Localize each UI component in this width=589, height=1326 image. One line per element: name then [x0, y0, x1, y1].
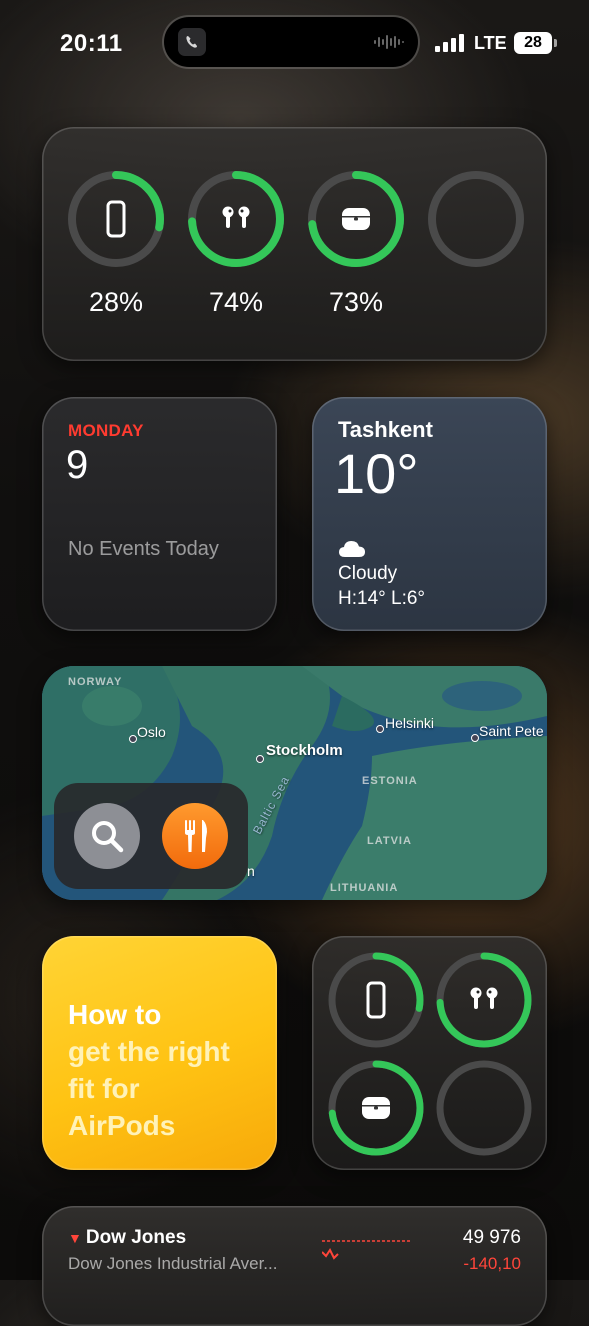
battery-ring-airpods: 74%	[186, 169, 286, 329]
tips-widget[interactable]: How to get the right fit for AirPods	[42, 936, 277, 1170]
map-city-oslo[interactable]: Oslo	[137, 724, 166, 740]
map-restaurants-button[interactable]	[162, 803, 228, 869]
battery-percent: 74%	[208, 287, 264, 317]
weather-city: Tashkent	[338, 417, 433, 442]
map-country-lithuania: LITHUANIA	[330, 882, 399, 894]
network-type: LTE	[474, 33, 507, 53]
stock-price: 49 976	[462, 1227, 521, 1248]
airpods-icon	[222, 206, 250, 228]
airpods-icon	[470, 987, 498, 1009]
calendar-date: 9	[66, 443, 89, 487]
map-widget[interactable]: NORWAY Oslo Stockholm Helsinki Saint Pet…	[42, 666, 547, 900]
map-partial-label: n	[247, 863, 255, 879]
battery-indicator: 28	[514, 32, 557, 54]
battery-ring-case	[326, 1058, 426, 1158]
map-city-dot	[129, 735, 137, 743]
battery-ring-airpods	[434, 950, 534, 1050]
map-city-helsinki[interactable]: Helsinki	[385, 715, 434, 731]
stocks-widget[interactable]: ▼ Dow Jones Dow Jones Industrial Aver... …	[42, 1206, 547, 1326]
fork-knife-icon	[185, 820, 207, 852]
stock-sparkline	[322, 1240, 412, 1260]
battery-ring-iphone	[326, 950, 426, 1050]
map-search-button[interactable]	[74, 803, 140, 869]
magnifier-icon	[92, 821, 124, 853]
calendar-weekday: MONDAY	[68, 421, 144, 440]
tips-headline: How to get the right fit for AirPods	[68, 996, 268, 1144]
audio-waveform-icon	[374, 35, 404, 49]
battery-percent: 73%	[328, 287, 384, 317]
cloud-icon	[339, 541, 365, 557]
cellular-signal-icon	[435, 34, 464, 52]
down-triangle-icon: ▼	[68, 1230, 82, 1246]
tips-line: How to	[68, 999, 162, 1030]
status-bar: 20:11 LTE 28	[0, 0, 589, 90]
iphone-icon	[366, 981, 386, 1019]
stock-symbol: ▼ Dow Jones	[68, 1227, 186, 1249]
map-actions-panel	[54, 783, 248, 889]
map-city-dot	[471, 734, 479, 742]
status-time: 20:11	[60, 30, 123, 57]
map-city-dot	[376, 725, 384, 733]
map-country-norway: NORWAY	[68, 676, 123, 688]
weather-condition: Cloudy	[338, 563, 398, 584]
calendar-empty-message: No Events Today	[68, 538, 219, 560]
tips-line: fit for	[68, 1073, 140, 1104]
phone-call-icon	[178, 28, 206, 56]
iphone-icon	[106, 200, 126, 238]
weather-widget[interactable]: Tashkent 10° Cloudy H:14° L:6°	[312, 397, 547, 631]
tips-line: get the right	[68, 1036, 230, 1067]
airpods-case-icon	[362, 1097, 390, 1119]
stock-change: -140,10	[463, 1254, 521, 1273]
battery-ring-empty	[434, 1058, 534, 1158]
map-country-latvia: LATVIA	[367, 835, 412, 847]
battery-ring-empty	[426, 169, 526, 329]
battery-percent: 28%	[88, 287, 144, 317]
weather-temperature: 10°	[334, 442, 419, 505]
stock-full-name: Dow Jones Industrial Aver...	[68, 1254, 278, 1273]
map-city-saint-petersburg[interactable]: Saint Pete	[479, 723, 544, 739]
battery-ring-case: 73%	[306, 169, 406, 329]
dynamic-island[interactable]	[164, 17, 418, 67]
batteries-small-widget[interactable]	[312, 936, 547, 1170]
calendar-widget[interactable]: MONDAY 9 No Events Today	[42, 397, 277, 631]
battery-ring-iphone: 28%	[66, 169, 166, 329]
weather-high-low: H:14° L:6°	[338, 588, 426, 609]
batteries-widget[interactable]: 28% 74% 73%	[42, 127, 547, 361]
tips-line: AirPods	[68, 1110, 176, 1141]
map-city-stockholm[interactable]: Stockholm	[266, 742, 343, 759]
map-city-dot	[256, 755, 264, 763]
airpods-case-icon	[342, 208, 370, 230]
map-country-estonia: ESTONIA	[362, 775, 418, 787]
stock-symbol-label: Dow Jones	[85, 1227, 187, 1248]
